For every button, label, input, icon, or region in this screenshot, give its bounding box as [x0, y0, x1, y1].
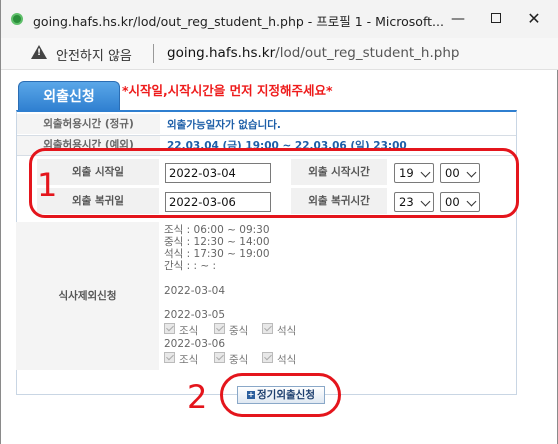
page-content: 외출신청 *시작일,시작시간을 먼저 지정해주세요* 외출허용시간 (정규) 외…: [1, 70, 558, 444]
checkbox-label: 조식: [179, 325, 199, 337]
meal-exclusion-section: 식사제외신청 조식 : 06:00 ~ 09:30 중식 : 12:30 ~ 1…: [16, 222, 517, 370]
browser-popup-window: going.hafs.hs.kr/lod/out_reg_student_h.p…: [0, 0, 558, 444]
lunch-checkbox[interactable]: [214, 323, 225, 334]
dinner-checkbox[interactable]: [262, 352, 273, 363]
meal-exclusion-label: 식사제외신청: [16, 222, 159, 370]
regular-time-value: 외출가능일자가 없습니다.: [167, 119, 281, 131]
maximize-button[interactable]: [485, 8, 507, 30]
warning-icon: !: [31, 45, 47, 59]
title-bar: going.hafs.hs.kr/lod/out_reg_student_h.p…: [1, 0, 558, 38]
checkbox-label: 석식: [277, 325, 297, 337]
meal-date: 2022-03-06: [164, 338, 226, 350]
url-text[interactable]: going.hafs.hs.kr/lod/out_reg_student_h.p…: [167, 45, 459, 61]
breakfast-checkbox[interactable]: [164, 352, 175, 363]
checkbox-label: 조식: [179, 354, 199, 366]
site-favicon-icon: [11, 13, 23, 25]
meal-date: 2022-03-05: [164, 309, 226, 321]
security-status[interactable]: 안전하지 않음: [56, 45, 132, 64]
address-divider: [153, 44, 154, 63]
regular-time-label: 외출허용시간 (정규): [17, 114, 160, 134]
annotation-number-1: 1: [37, 166, 58, 204]
annotation-box-1: [29, 148, 519, 218]
maximize-icon: [491, 13, 501, 23]
window-title: going.hafs.hs.kr/lod/out_reg_student_h.p…: [33, 14, 444, 29]
annotation-number-2: 2: [187, 378, 208, 416]
url-path: /lod/out_reg_student_h.php: [275, 45, 460, 61]
checkbox-label: 석식: [277, 354, 297, 366]
url-host: going.hafs.hs.kr: [167, 45, 276, 61]
instruction-notice: *시작일,시작시간을 먼저 지정해주세요*: [122, 83, 333, 98]
address-bar[interactable]: ! 안전하지 않음 going.hafs.hs.kr/lod/out_reg_s…: [1, 38, 558, 70]
close-button[interactable]: ✕: [523, 8, 545, 30]
breakfast-checkbox[interactable]: [164, 323, 175, 334]
checkbox-label: 중식: [229, 325, 249, 337]
annotation-oval-2: [220, 373, 341, 417]
minimize-button[interactable]: —: [447, 8, 469, 30]
lunch-checkbox[interactable]: [214, 352, 225, 363]
checkbox-label: 중식: [229, 354, 249, 366]
dinner-checkbox[interactable]: [262, 323, 273, 334]
tab-outing-request[interactable]: 외출신청: [18, 81, 120, 111]
meal-date: 2022-03-04: [164, 285, 226, 297]
meal-time-snack: 간식 : : ~ :: [164, 260, 217, 272]
